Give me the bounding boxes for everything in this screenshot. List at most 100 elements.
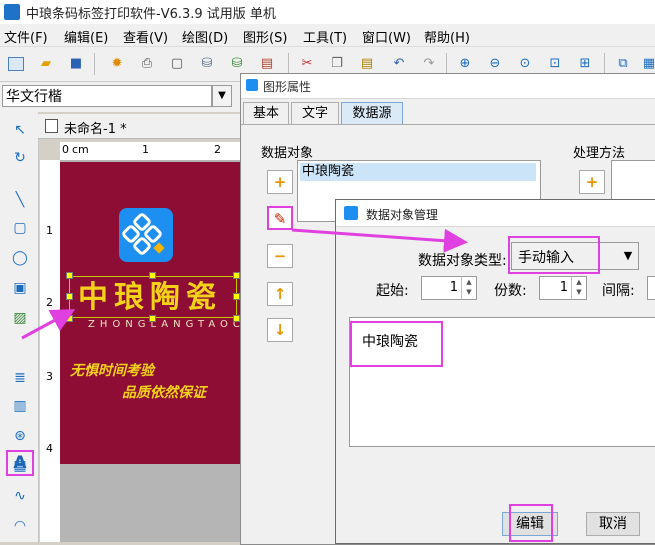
resize-handle[interactable] (66, 293, 73, 300)
spin-arrows-icon[interactable]: ▲ ▼ (571, 277, 586, 299)
database-icon[interactable]: ⛁ (198, 55, 216, 73)
title-bar: 中琅条码标签打印软件-V6.3.9 试用版 单机 (0, 0, 655, 25)
dialog-title-bar: 图形属性 (241, 74, 655, 99)
content-textarea[interactable]: 中琅陶瓷 (349, 317, 655, 447)
add-data-object-button[interactable]: + (267, 170, 293, 194)
ellipse-tool-icon[interactable]: ◯ (10, 248, 30, 268)
rich-text-tool-icon[interactable]: ≣ (10, 368, 30, 388)
edit-data-object-button[interactable]: ✎ (267, 206, 293, 230)
resize-handle[interactable] (233, 315, 240, 322)
undo-icon[interactable]: ↶ (390, 55, 408, 73)
database-link-icon[interactable]: ⛁ (228, 55, 246, 73)
dialog-icon (246, 79, 258, 91)
slogan-line-2[interactable]: 品质依然保证 (122, 382, 206, 402)
slogan-line-1[interactable]: 无惧时间考验 (70, 360, 154, 380)
start-stepper[interactable]: 1 ▲ ▼ (421, 276, 477, 300)
brand-logo[interactable] (119, 208, 173, 262)
arc-tool-icon[interactable]: ◠ (10, 516, 30, 536)
cut-icon[interactable]: ✂ (298, 55, 316, 73)
menu-edit[interactable]: 编辑(E) (64, 27, 108, 46)
highlight-box (509, 504, 553, 542)
align-icon[interactable]: ▦ (640, 55, 655, 73)
group-icon[interactable]: ⧉ (614, 55, 632, 73)
document-icon (45, 119, 58, 133)
resize-handle[interactable] (66, 272, 73, 279)
open-icon[interactable]: ▰ (37, 55, 55, 73)
resize-handle[interactable] (233, 293, 240, 300)
vertical-ruler: 1 2 3 4 (40, 160, 61, 542)
zoom-fit-icon[interactable]: ⊙ (516, 55, 534, 73)
content-text: 中琅陶瓷 (362, 334, 418, 350)
process-method-label: 处理方法 (573, 146, 626, 161)
tab-data-source[interactable]: 数据源 (341, 102, 403, 125)
print-preview-icon[interactable]: ▢ (168, 55, 186, 73)
zoom-out-icon[interactable]: ⊖ (486, 55, 504, 73)
copies-stepper[interactable]: 1 ▲ ▼ (539, 276, 587, 300)
copy-icon[interactable]: ❐ (328, 55, 346, 73)
menu-window[interactable]: 窗口(W) (362, 27, 411, 46)
barcode-tool-icon[interactable]: ▥ (10, 396, 30, 416)
highlight-box (508, 236, 600, 274)
move-down-button[interactable]: ↓ (267, 318, 293, 342)
interval-stepper[interactable] (647, 276, 655, 300)
qrcode-tool-icon[interactable]: ▦ (10, 456, 30, 476)
dialog-title: 数据对象管理 (366, 208, 439, 222)
menu-file[interactable]: 文件(F) (4, 27, 48, 46)
new-icon[interactable] (8, 57, 24, 71)
left-toolbox: ↖ ↻ ╲ ▢ ◯ ▣ ▨ A ≣ ▥ ⊛ ▦ ∿ ◠ (0, 112, 39, 542)
shape-tool-icon[interactable]: ⊛ (10, 426, 30, 446)
pinyin-text[interactable]: ZHONGLANGTAOCI (88, 319, 253, 330)
move-up-button[interactable]: ↑ (267, 282, 293, 306)
dialog-title-bar: 数据对象管理 (336, 200, 655, 227)
menu-help[interactable]: 帮助(H) (424, 27, 470, 46)
window-title: 中琅条码标签打印软件-V6.3.9 试用版 单机 (26, 7, 276, 22)
data-type-label: 数据对象类型: (418, 253, 507, 269)
fit-width-icon[interactable]: ⊞ (576, 55, 594, 73)
spin-arrows-icon[interactable]: ▲ ▼ (461, 277, 476, 299)
redo-icon[interactable]: ↷ (420, 55, 438, 73)
image-tool-icon[interactable]: ▣ (10, 278, 30, 298)
picture-tool-icon[interactable]: ▨ (10, 308, 30, 328)
save-icon[interactable]: ■ (67, 55, 85, 73)
resize-handle[interactable] (233, 272, 240, 279)
tab-text[interactable]: 文字 (291, 102, 339, 125)
data-object-manager-dialog: 数据对象管理 数据对象类型: 手动输入 ▼ 起始: 1 ▲ ▼ 份数: 1 ▲ ▼ … (335, 199, 655, 544)
data-object-label: 数据对象 (261, 146, 314, 161)
list-item[interactable]: 中琅陶瓷 (300, 163, 536, 181)
cancel-button[interactable]: 取消 (586, 512, 640, 536)
menu-shape[interactable]: 图形(S) (243, 27, 287, 46)
document-tab-label: 未命名-1 * (64, 122, 127, 137)
resize-handle[interactable] (149, 272, 156, 279)
document-tab[interactable]: 未命名-1 * (38, 114, 242, 139)
chevron-down-icon[interactable]: ▼ (618, 245, 638, 267)
menu-tools[interactable]: 工具(T) (303, 27, 347, 46)
start-label: 起始: (376, 283, 409, 299)
settings-icon[interactable]: ✹ (108, 55, 126, 73)
copies-label: 份数: (494, 283, 527, 299)
curve-tool-icon[interactable]: ∿ (10, 486, 30, 506)
resize-handle[interactable] (66, 315, 73, 322)
remove-data-object-button[interactable]: − (267, 244, 293, 268)
menu-bar: 文件(F) 编辑(E) 查看(V) 绘图(D) 图形(S) 工具(T) 窗口(W… (0, 24, 655, 46)
selection-box[interactable] (69, 276, 237, 318)
fit-page-icon[interactable]: ⊡ (546, 55, 564, 73)
font-bar: 华文行楷 ▼ (0, 82, 240, 112)
dialog-title: 图形属性 (263, 80, 312, 94)
app-icon (4, 4, 20, 20)
resize-handle[interactable] (149, 315, 156, 322)
interval-label: 间隔: (602, 283, 635, 299)
menu-draw[interactable]: 绘图(D) (182, 27, 228, 46)
line-tool-icon[interactable]: ╲ (10, 190, 30, 210)
paste-icon[interactable]: ▤ (358, 55, 376, 73)
chevron-down-icon[interactable]: ▼ (212, 85, 232, 107)
tab-basic[interactable]: 基本 (243, 102, 289, 125)
menu-view[interactable]: 查看(V) (123, 27, 168, 46)
export-icon[interactable]: ▤ (258, 55, 276, 73)
print-icon[interactable]: ⎙ (138, 55, 156, 73)
rotate-icon[interactable]: ↻ (10, 148, 30, 168)
zoom-in-icon[interactable]: ⊕ (456, 55, 474, 73)
pointer-icon[interactable]: ↖ (10, 120, 30, 140)
font-select[interactable]: 华文行楷 (2, 85, 212, 107)
add-process-button[interactable]: + (579, 170, 605, 194)
rectangle-tool-icon[interactable]: ▢ (10, 218, 30, 238)
